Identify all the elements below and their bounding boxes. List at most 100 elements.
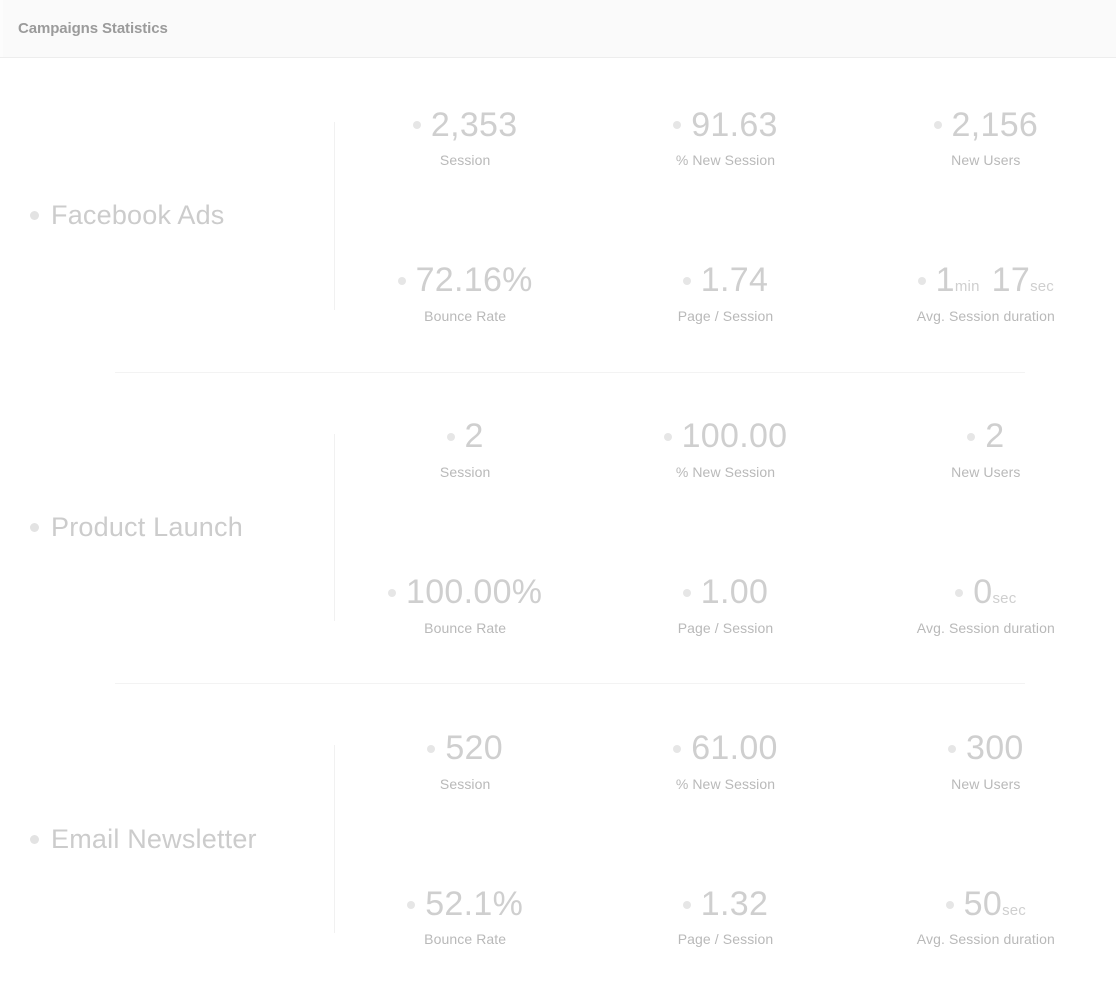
metric-value-pair: 61.00	[691, 730, 778, 767]
metric-value-line: 2,156	[933, 107, 1039, 144]
metric-value-line: 0 sec	[955, 573, 1017, 612]
metric: 2,156 New Users	[856, 107, 1116, 169]
page-title: Campaigns Statistics	[18, 20, 168, 37]
campaign-name-cell: Product Launch	[0, 372, 335, 684]
metric-value-line: 1.32	[682, 884, 769, 923]
campaign-name-label: Email Newsletter	[51, 823, 257, 854]
metric-value-pair: 100.00%	[406, 573, 543, 612]
metric-value-line: 2	[446, 419, 484, 455]
metric-value-line: 520	[427, 728, 503, 767]
metric-secondary-segment: 17 sec	[992, 263, 1054, 299]
metric-value-pair: 91.63	[691, 107, 778, 144]
metric-label: Bounce Rate	[424, 619, 507, 636]
metric-label: Session	[439, 775, 491, 792]
bullet-dot-icon	[427, 744, 436, 753]
metric-label: New Users	[951, 152, 1021, 169]
metric-unit: min	[954, 278, 980, 296]
metric-primary-segment: 100.00%	[406, 573, 543, 612]
metric-value-pair: 0 sec	[973, 573, 1017, 612]
metric-label: Page / Session	[677, 931, 774, 948]
metric-primary-segment: 2,353	[430, 105, 518, 144]
metric-label: New Users	[951, 775, 1021, 792]
metric-primary-segment: 1 min	[936, 263, 980, 299]
bullet-dot-icon	[948, 744, 956, 753]
metric-value-pair: 2,156	[952, 107, 1039, 144]
metric-primary-segment: 61.00	[691, 730, 778, 767]
metric-label: New Users	[951, 463, 1021, 480]
metric: 100.00% Bounce Rate	[335, 573, 595, 636]
bullet-dot-icon	[673, 744, 682, 753]
metric-value: 0	[973, 573, 993, 612]
bullet-dot-icon	[682, 277, 691, 286]
metrics-grid: 520 Session 61.00 % New Session 300 New Users…	[335, 683, 1116, 995]
metric-label: % New Session	[675, 152, 776, 169]
metric-value-line: 61.00	[673, 730, 778, 767]
metric-unit: sec	[992, 590, 1017, 608]
metric-label: Page / Session	[677, 308, 774, 325]
metric-value-pair: 1.32	[700, 884, 769, 923]
metric-label: Session	[439, 463, 491, 480]
bullet-dot-icon	[30, 523, 39, 532]
bullet-dot-icon	[955, 588, 964, 597]
metric-value: 2	[464, 417, 484, 456]
campaigns-list: Facebook Ads 2,353 Session 91.63 % New Sessi…	[0, 58, 1116, 995]
metric-value: 100.00%	[406, 573, 543, 612]
metric-primary-segment: 1.74	[701, 263, 768, 299]
metric-value-line: 52.1%	[407, 886, 523, 923]
campaign-name[interactable]: Product Launch	[30, 512, 243, 543]
metric-value: 520	[445, 728, 503, 767]
metric-value-line: 72.16%	[397, 263, 533, 299]
metric-value-line: 1.74	[682, 263, 768, 299]
campaign-name[interactable]: Email Newsletter	[30, 824, 257, 855]
bullet-dot-icon	[446, 433, 455, 442]
metric: 2 Session	[335, 419, 595, 480]
campaign-row: Email Newsletter 520 Session 61.00 % New Ses…	[0, 683, 1116, 995]
bullet-dot-icon	[388, 588, 396, 597]
metric: 0 sec Avg. Session duration	[856, 573, 1116, 636]
campaigns-statistics-widget: Campaigns Statistics Facebook Ads 2,353 Se…	[0, 0, 1116, 995]
metric-value-pair: 520	[445, 728, 503, 767]
metric: 300 New Users	[856, 730, 1116, 792]
metric: 91.63 % New Session	[595, 107, 855, 169]
metric-value-line: 1.00	[682, 574, 768, 611]
metric-value-pair: 52.1%	[425, 886, 523, 923]
campaign-name-cell: Facebook Ads	[0, 60, 335, 372]
metric-value-line: 100.00	[663, 419, 788, 455]
metric-value-line: 91.63	[673, 107, 778, 144]
metric-primary-segment: 100.00	[682, 419, 788, 455]
metric-label: Avg. Session duration	[916, 619, 1055, 636]
campaign-name-cell: Email Newsletter	[0, 683, 335, 995]
bullet-dot-icon	[945, 900, 954, 909]
metric-primary-segment: 52.1%	[425, 886, 523, 923]
campaign-name[interactable]: Facebook Ads	[30, 200, 225, 231]
metric: 72.16% Bounce Rate	[335, 263, 595, 324]
metric-value: 1.32	[700, 884, 769, 923]
metric: 52.1% Bounce Rate	[335, 886, 595, 948]
metric-label: Avg. Session duration	[916, 308, 1055, 325]
metrics-grid: 2,353 Session 91.63 % New Session 2,156 New U…	[335, 60, 1116, 372]
metric-value-line: 300	[948, 730, 1024, 767]
metric-value-pair: 72.16%	[416, 263, 533, 299]
metric-primary-segment: 2	[985, 419, 1004, 455]
metric-primary-segment: 2	[465, 419, 484, 455]
metric: 1 min 17 sec Avg. Session duration	[856, 263, 1116, 324]
metric-value-line: 2	[967, 419, 1004, 455]
bullet-dot-icon	[397, 277, 406, 286]
metric-value: 2,353	[430, 105, 518, 144]
metric-primary-segment: 520	[445, 728, 503, 767]
metric-primary-segment: 2,156	[952, 107, 1039, 144]
metric-value-pair: 1.00	[701, 574, 768, 611]
metric: 1.74 Page / Session	[595, 263, 855, 324]
bullet-dot-icon	[682, 588, 691, 597]
metric-value-pair: 300	[966, 730, 1024, 767]
metric-value-secondary: 17	[991, 261, 1031, 300]
campaign-row: Product Launch 2 Session 100.00 % New Sessio…	[0, 371, 1116, 684]
bullet-dot-icon	[682, 900, 691, 909]
metric: 2,353 Session	[335, 105, 595, 168]
metric-unit-secondary: sec	[1030, 278, 1055, 296]
metric-label: Bounce Rate	[424, 931, 507, 948]
metric-value-line: 1 min 17 sec	[917, 263, 1054, 299]
bullet-dot-icon	[673, 121, 682, 130]
metric-value-line: 50 sec	[945, 886, 1026, 923]
bullet-dot-icon	[30, 834, 39, 844]
